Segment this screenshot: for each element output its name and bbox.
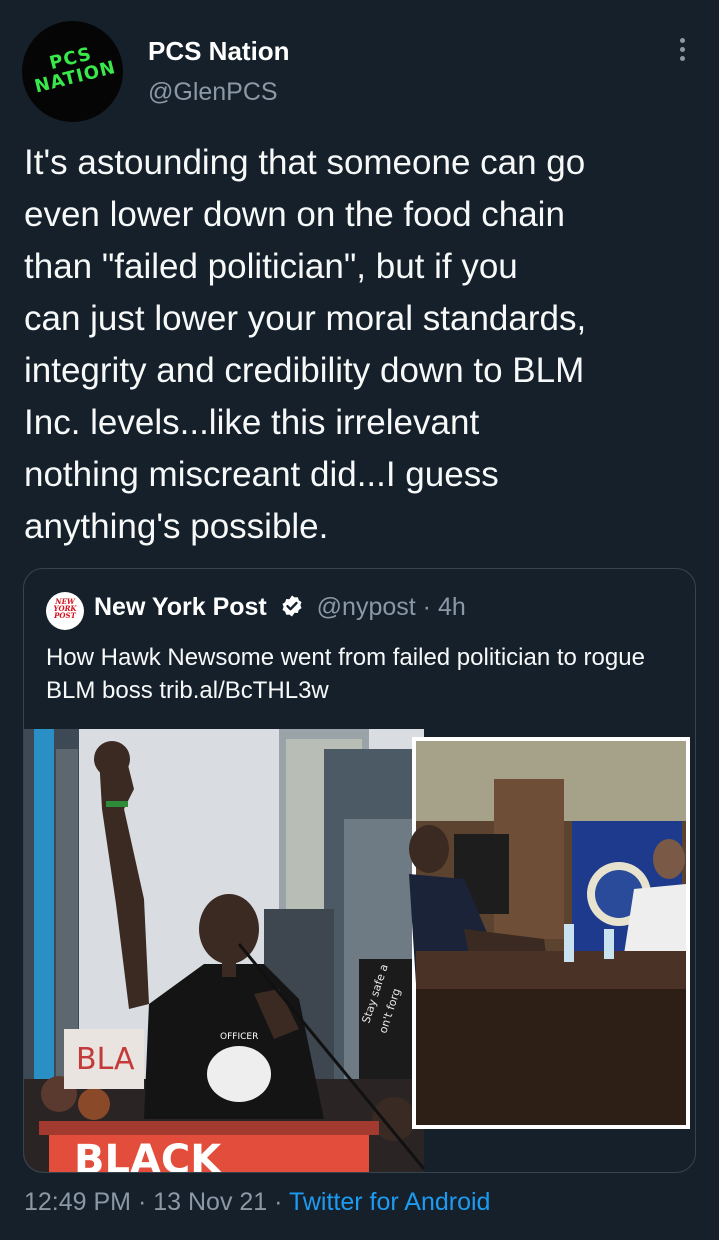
quoted-author-avatar[interactable]: NEW YORK POST [46,592,84,630]
nypost-logo: NEW YORK POST [53,597,77,620]
author-handle[interactable]: @GlenPCS [148,78,278,107]
quoted-author-name[interactable]: New York Post [94,593,267,621]
verified-badge-icon [282,595,302,617]
tweet-metadata: 12:49 PM · 13 Nov 21 · Twitter for Andro… [24,1188,490,1217]
quoted-tweet-header: New York Post @nypost · 4h [94,593,466,622]
quoted-tweet-text: How Hawk Newsome went from failed politi… [46,644,645,704]
header-separator: · [422,593,431,621]
author-avatar[interactable]: PCS NATION [22,21,123,122]
tweet-date[interactable]: 13 Nov 21 [153,1188,267,1216]
quoted-tweet-card[interactable]: NEW YORK POST New York Post @nypost · 4h… [23,568,696,1173]
quoted-tweet-time[interactable]: 4h [438,593,466,621]
source-app-link[interactable]: Twitter for Android [289,1188,490,1216]
more-vertical-icon[interactable] [672,38,692,64]
footer-separator: · [131,1188,154,1216]
protest-sign-left: BLA [76,1042,135,1077]
footer-separator: · [267,1188,289,1216]
quoted-author-handle[interactable]: @nypost [317,593,416,621]
author-name[interactable]: PCS Nation [148,36,290,67]
tweet-time[interactable]: 12:49 PM [24,1188,131,1216]
tweet-text: It's astounding that someone can go even… [24,143,587,546]
shirt-text: OFFICER [220,1032,258,1042]
avatar-logo: PCS NATION [32,43,119,98]
podium-text: BLACK [74,1137,223,1173]
quoted-tweet-image[interactable]: BLA Stay safe a on't forg OFFICER BLACK [24,729,695,1173]
